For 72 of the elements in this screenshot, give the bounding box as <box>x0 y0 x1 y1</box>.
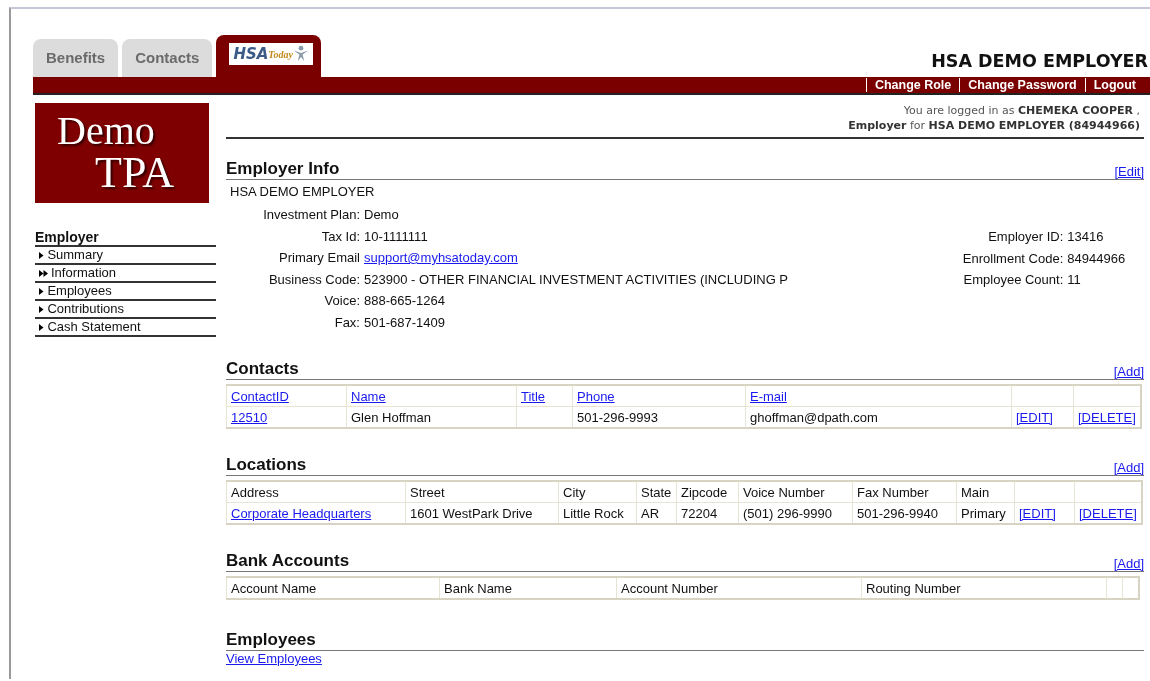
column-header: Account Name <box>231 580 317 596</box>
table-cell: Primary <box>961 505 1006 521</box>
table-cell: Little Rock <box>563 505 624 521</box>
table-cell: ghoffman@dpath.com <box>750 409 878 425</box>
login-info: You are logged in as CHEMEKA COOPER , <box>902 103 1140 118</box>
column-header-link[interactable]: Name <box>351 388 386 404</box>
tab[interactable]: Contacts <box>122 39 213 77</box>
table-cell: 1601 WestPark Drive <box>410 505 533 521</box>
employer-name: HSA DEMO EMPLOYER <box>229 183 376 201</box>
column-header: Zipcode <box>681 484 728 500</box>
nav-item[interactable]: Contributions <box>35 301 216 319</box>
field-label: Fax: <box>333 313 360 332</box>
add-link[interactable]: [Add] <box>1113 556 1144 571</box>
section-title: Locations <box>226 455 307 475</box>
field-label: Employer ID: <box>987 228 1064 246</box>
field-value: 501-687-1409 <box>364 313 446 332</box>
add-link[interactable]: [Add] <box>1113 460 1144 475</box>
field-label: Employee Count: <box>962 271 1064 289</box>
logo-text: Demo <box>56 107 156 151</box>
field-label: Business Code: <box>267 270 360 289</box>
view-employees-link[interactable]: View Employees <box>226 651 322 666</box>
field-label: Primary Email <box>278 249 360 267</box>
column-header: Street <box>410 484 445 500</box>
field-value: 888-665-1264 <box>364 292 446 310</box>
field-label: Enrollment Code: <box>961 249 1064 268</box>
field-value: 11 <box>1067 271 1082 289</box>
section-title: Employer Info <box>226 159 340 179</box>
section-title: Contacts <box>226 359 299 379</box>
login-info: Employer for HSA DEMO EMPLOYER (84944966) <box>847 118 1140 133</box>
field-value: 10-1111111 <box>364 227 429 246</box>
hsa-logo: HSAToday <box>229 43 313 65</box>
column-header: State <box>641 484 672 500</box>
field-value: Demo <box>364 206 400 224</box>
column-header: Voice Number <box>743 484 825 500</box>
nav-item[interactable]: Information <box>35 265 216 283</box>
logo-tab[interactable]: HSAToday <box>216 35 321 77</box>
table-cell: (501) 296-9990 <box>743 505 832 521</box>
table-cell: 501-296-9993 <box>577 409 658 425</box>
nav-item[interactable]: Employees <box>35 283 216 301</box>
table-cell: 72204 <box>681 505 718 521</box>
top-link[interactable]: Change Password <box>959 78 1085 92</box>
column-header: Routing Number <box>866 580 961 596</box>
column-header: Fax Number <box>857 484 929 500</box>
column-header: Address <box>231 484 279 500</box>
column-header: City <box>563 484 586 500</box>
field-label: Voice: <box>323 292 360 310</box>
add-link[interactable]: [Add] <box>1113 364 1144 379</box>
email-link[interactable]: support@myhsatoday.com <box>364 250 518 265</box>
column-header-link[interactable]: E-mail <box>750 388 787 404</box>
employer-title: HSA DEMO EMPLOYER <box>931 51 1148 73</box>
top-link[interactable]: Logout <box>1084 78 1144 92</box>
nav-item[interactable]: Summary <box>35 247 216 265</box>
field-label: Tax Id: <box>320 227 360 246</box>
section-title: Employees <box>226 630 316 650</box>
top-link[interactable]: Change Role <box>865 78 960 92</box>
table-cell: Glen Hoffman <box>351 409 431 425</box>
column-header: Main <box>961 484 990 500</box>
column-header: Account Number <box>621 580 718 596</box>
field-value: 84944966 <box>1067 249 1127 268</box>
logo-text: TPA <box>94 151 176 193</box>
table-cell: AR <box>641 505 660 521</box>
nav-item[interactable]: Cash Statement <box>35 319 216 337</box>
edit-link[interactable]: [Edit] <box>1114 164 1144 179</box>
field-value: 523900 - OTHER FINANCIAL INVESTMENT ACTIVITIES (INCLUDING P <box>364 270 789 289</box>
nav-heading: Employer <box>35 229 216 247</box>
column-header: Bank Name <box>444 580 512 596</box>
table-cell: 501-296-9940 <box>857 505 938 521</box>
section-title: Bank Accounts <box>226 551 350 571</box>
field-value: 13416 <box>1067 228 1105 246</box>
column-header-link[interactable]: Phone <box>577 388 615 404</box>
tab[interactable]: Benefits <box>33 39 119 77</box>
field-label: Investment Plan: <box>262 206 360 224</box>
